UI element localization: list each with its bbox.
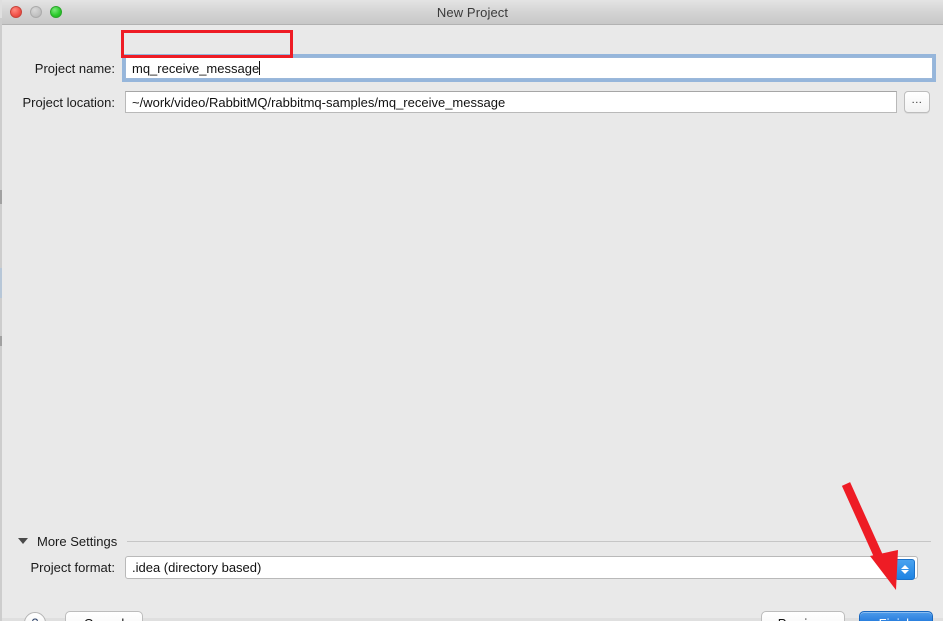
minimize-button-icon[interactable]: [30, 6, 42, 18]
more-settings-section-header[interactable]: More Settings: [2, 530, 943, 552]
project-location-value: ~/work/video/RabbitMQ/rabbitmq-samples/m…: [132, 94, 506, 110]
project-location-input[interactable]: ~/work/video/RabbitMQ/rabbitmq-samples/m…: [125, 91, 897, 113]
triangle-down-icon[interactable]: [18, 538, 28, 544]
help-button[interactable]: ?: [24, 612, 46, 621]
dialog-title: New Project: [436, 4, 509, 20]
finish-button-label: Finish: [879, 616, 914, 621]
chevron-down-icon: [901, 570, 909, 574]
more-settings-label: More Settings: [37, 533, 118, 549]
question-mark-icon: ?: [32, 616, 39, 621]
project-format-row: Project format: .idea (directory based): [2, 556, 943, 580]
cancel-button-label: Cancel: [84, 616, 124, 621]
finish-button[interactable]: Finish: [859, 611, 933, 621]
previous-button[interactable]: Previous: [761, 611, 845, 621]
project-format-value: .idea (directory based): [132, 560, 262, 575]
project-format-select[interactable]: .idea (directory based): [125, 556, 918, 580]
project-name-row: Project name: mq_receive_message: [2, 57, 943, 79]
project-name-value: mq_receive_message: [132, 60, 260, 76]
dialog-titlebar: New Project: [2, 0, 943, 25]
screenshot-root: New Project Project name: mq_receive_mes…: [0, 0, 943, 621]
project-format-label: Project format:: [30, 560, 115, 575]
chevron-up-icon: [901, 565, 909, 569]
section-divider: [127, 540, 931, 542]
close-button-icon[interactable]: [10, 6, 22, 18]
new-project-dialog: New Project Project name: mq_receive_mes…: [2, 0, 943, 621]
text-caret: [259, 61, 261, 75]
maximize-button-icon[interactable]: [50, 6, 62, 18]
cancel-button[interactable]: Cancel: [65, 610, 143, 621]
traffic-light-group: [10, 0, 62, 24]
stepper-updown-icon[interactable]: [895, 559, 915, 580]
previous-button-label: Previous: [778, 616, 829, 621]
project-location-row: Project location: ~/work/video/RabbitMQ/…: [2, 91, 943, 113]
project-location-label: Project location:: [22, 94, 116, 110]
browse-location-button[interactable]: ...: [904, 91, 930, 113]
project-name-input[interactable]: mq_receive_message: [125, 57, 933, 79]
dialog-footer: ? Cancel Previous Finish: [2, 603, 943, 621]
ellipsis-icon: ...: [911, 93, 923, 106]
project-name-label: Project name:: [34, 60, 115, 76]
